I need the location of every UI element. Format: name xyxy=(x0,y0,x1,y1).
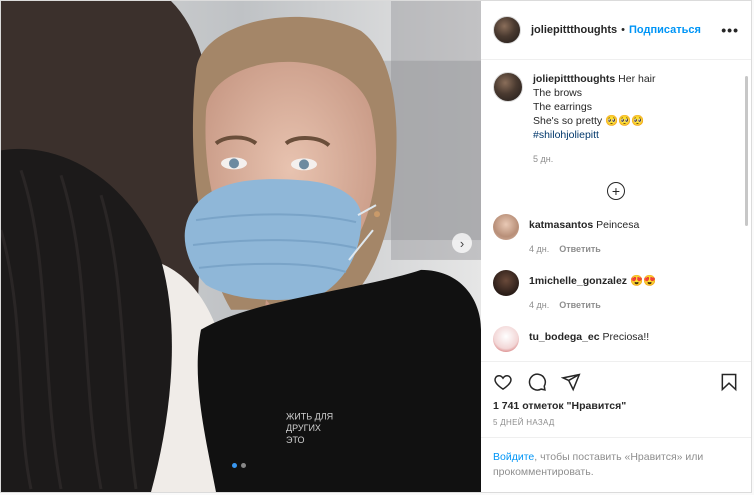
svg-text:ЭТО: ЭТО xyxy=(286,435,305,445)
post-header: joliepittthoughts • Подписаться ••• xyxy=(481,1,751,60)
avatar[interactable] xyxy=(493,270,519,296)
comments-section[interactable]: joliepittthoughts Her hair The brows The… xyxy=(481,60,751,361)
caption-line: Her hair xyxy=(618,73,656,85)
caption-avatar[interactable] xyxy=(493,72,523,102)
comments-scrollbar[interactable] xyxy=(745,76,748,226)
comment-time[interactable]: 4 дн. xyxy=(529,298,549,312)
caption-line: The earrings xyxy=(533,101,592,113)
login-link[interactable]: Войдите xyxy=(493,451,534,463)
reply-button[interactable]: Ответить xyxy=(559,242,601,256)
avatar[interactable] xyxy=(493,16,521,44)
follow-button[interactable]: Подписаться xyxy=(629,24,701,36)
comment-text: 😍😍 xyxy=(629,275,657,287)
post-photo: ЖИТЬ ДЛЯ ДРУГИХ ЭТО xyxy=(1,1,481,492)
post-timestamp[interactable]: 5 ДНЕЙ НАЗАД xyxy=(493,418,739,427)
caption-time[interactable]: 5 дн. xyxy=(533,152,656,166)
caption-username[interactable]: joliepittthoughts xyxy=(533,73,615,85)
reply-button[interactable]: Ответить xyxy=(559,298,601,312)
save-icon[interactable] xyxy=(719,372,739,392)
list-item: tu_bodega_ec Preciosa!! xyxy=(493,326,739,352)
post-sidebar: joliepittthoughts • Подписаться ••• joli… xyxy=(481,1,751,492)
comment-text: Peincesa xyxy=(596,219,640,231)
comment-username[interactable]: tu_bodega_ec xyxy=(529,331,600,343)
more-options-icon[interactable]: ••• xyxy=(721,22,739,38)
list-item: 1michelle_gonzalez 😍😍 4 дн. Ответить xyxy=(493,270,739,312)
comment-time[interactable]: 4 дн. xyxy=(529,242,549,256)
post-container: ЖИТЬ ДЛЯ ДРУГИХ ЭТО › joliepittthoughts • … xyxy=(0,0,752,493)
add-circle-icon[interactable]: + xyxy=(607,182,625,200)
svg-text:ДРУГИХ: ДРУГИХ xyxy=(286,423,321,433)
caption-hashtag[interactable]: #shilohjoliepitt xyxy=(533,128,656,142)
avatar[interactable] xyxy=(493,214,519,240)
comment-text: Preciosa!! xyxy=(602,331,650,343)
carousel-dot-active xyxy=(232,463,237,468)
heart-icon[interactable] xyxy=(493,372,513,392)
comment-username[interactable]: katmasantos xyxy=(529,219,593,231)
caption-line: She's so pretty 🥺🥺🥺 xyxy=(533,115,645,127)
likes-count[interactable]: 1 741 отметок "Нравится" xyxy=(493,400,739,412)
comment-icon[interactable] xyxy=(527,372,547,392)
carousel-dot xyxy=(241,463,246,468)
post-actions: 1 741 отметок "Нравится" 5 ДНЕЙ НАЗАД xyxy=(481,361,751,437)
avatar[interactable] xyxy=(493,326,519,352)
header-separator: • xyxy=(621,24,626,36)
list-item: katmasantos Peincesa 4 дн. Ответить xyxy=(493,214,739,256)
post-media[interactable]: ЖИТЬ ДЛЯ ДРУГИХ ЭТО › xyxy=(1,1,481,492)
next-arrow-icon[interactable]: › xyxy=(452,233,472,253)
carousel-indicator xyxy=(232,463,246,468)
comment-username[interactable]: 1michelle_gonzalez xyxy=(529,275,627,287)
login-prompt: Войдите, чтобы поставить «Нравится» или … xyxy=(481,437,751,492)
header-username[interactable]: joliepittthoughts xyxy=(531,24,617,36)
share-icon[interactable] xyxy=(561,372,581,392)
caption: joliepittthoughts Her hair The brows The… xyxy=(493,72,739,166)
caption-line: The brows xyxy=(533,87,583,99)
svg-text:ЖИТЬ ДЛЯ: ЖИТЬ ДЛЯ xyxy=(286,411,333,421)
